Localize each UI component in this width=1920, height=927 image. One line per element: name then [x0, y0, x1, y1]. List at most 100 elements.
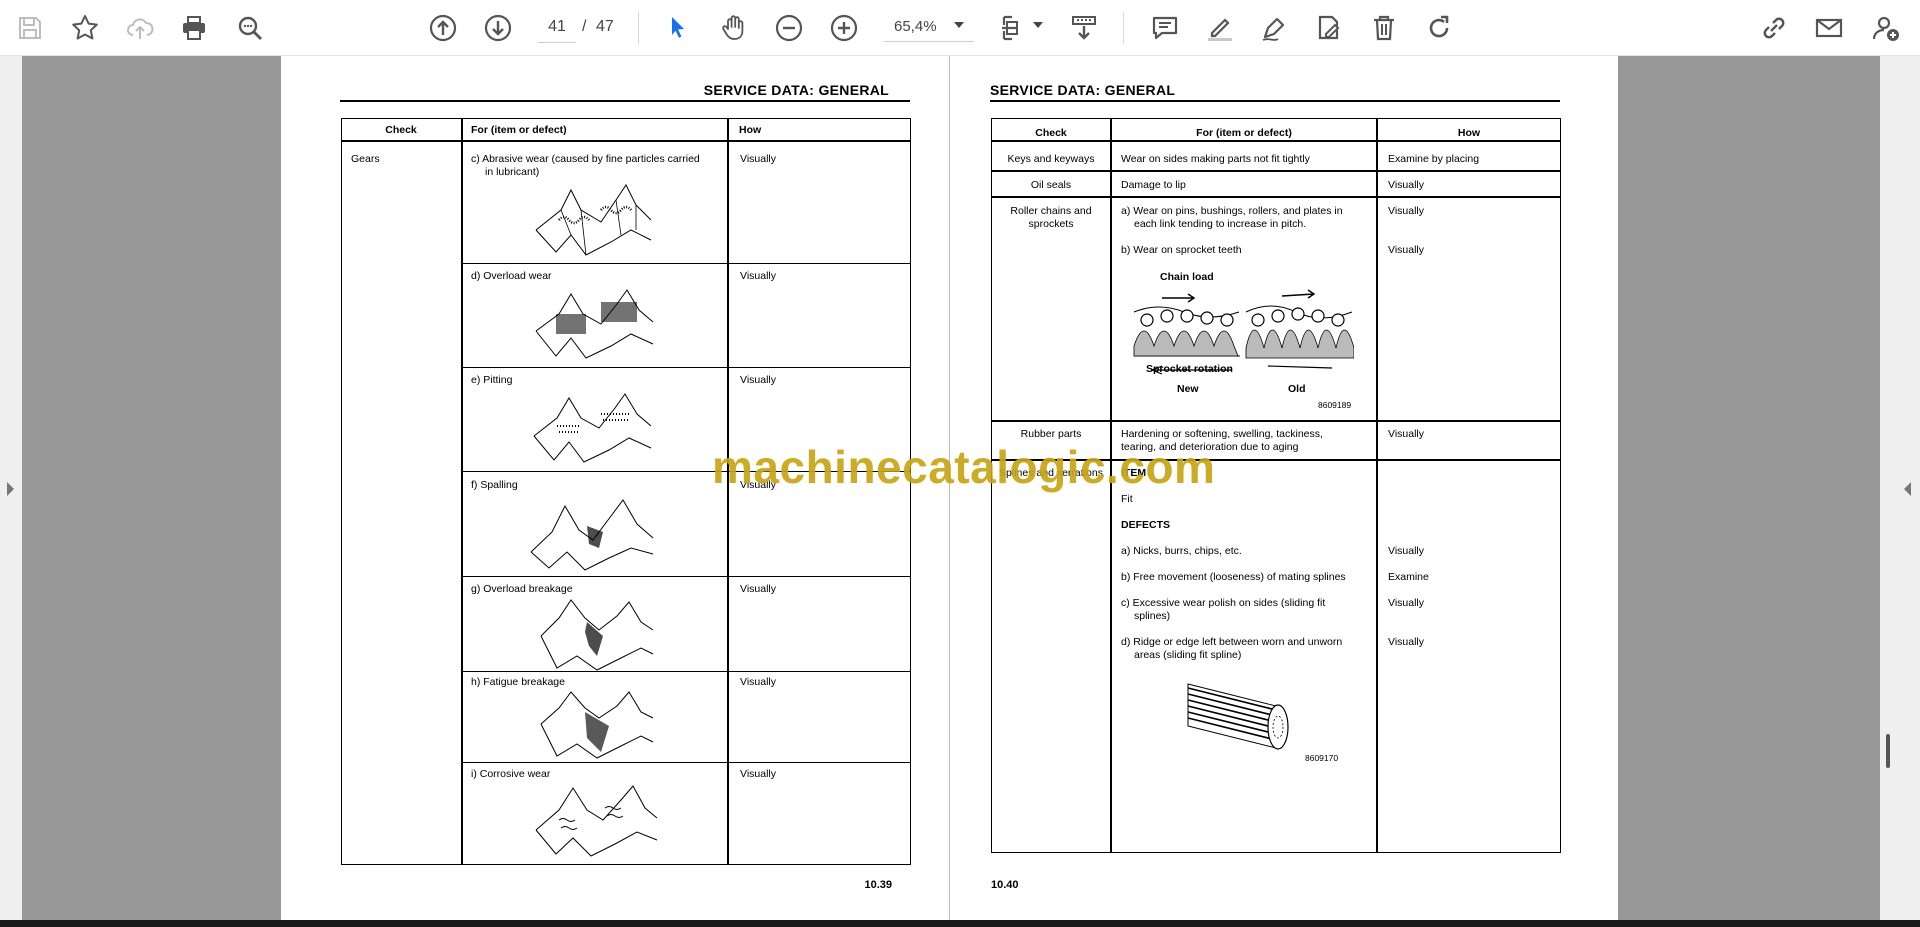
zoom-out-button[interactable]	[771, 10, 807, 46]
comment-icon	[1152, 16, 1178, 40]
window-bottom-edge	[0, 920, 1920, 927]
figure-label-new: New	[1177, 383, 1199, 395]
label-defects: DEFECTS	[1121, 519, 1171, 531]
column-header-item: For (item or defect)	[1196, 127, 1292, 139]
page-header: SERVICE DATA: GENERAL	[703, 82, 889, 98]
figure-label-sprocket-rotation: Sprocket rotation	[1146, 363, 1233, 375]
cursor-arrow-icon	[672, 17, 684, 38]
right-panel-toggle[interactable]	[1880, 56, 1920, 920]
figure-label-old: Old	[1288, 383, 1306, 395]
arrow-up-circle-icon	[429, 14, 457, 42]
how-pitting: Visually	[740, 374, 776, 386]
column-header-how: How	[739, 124, 762, 136]
find-button[interactable]	[232, 10, 268, 46]
save-button[interactable]	[12, 10, 48, 46]
previous-page-button[interactable]	[425, 10, 461, 46]
trash-icon	[1374, 15, 1394, 41]
star-icon	[72, 15, 98, 40]
how-ridge: Visually	[1388, 636, 1424, 648]
email-button[interactable]	[1811, 10, 1847, 46]
arrow-down-circle-icon	[484, 14, 512, 42]
check-roller-chains-cont: sprockets	[1028, 218, 1074, 230]
draw-button[interactable]	[1256, 10, 1292, 46]
gear-tooth-figure-fatigue-breakage	[537, 688, 657, 760]
expand-right-panel-icon[interactable]	[1904, 482, 1911, 496]
share-link-button[interactable]	[1756, 10, 1792, 46]
chevron-down-icon[interactable]	[954, 22, 964, 28]
item-roller-b: b) Wear on sprocket teeth	[1121, 244, 1242, 256]
page-number: 10.40	[991, 879, 1019, 891]
comment-button[interactable]	[1147, 10, 1183, 46]
defect-wear-polish: c) Excessive wear polish on sides (slidi…	[1121, 597, 1326, 609]
vertical-scrollbar-thumb[interactable]	[1886, 734, 1890, 768]
scroll-mode-button[interactable]	[1066, 10, 1102, 46]
hand-tool-button[interactable]	[716, 10, 752, 46]
defect-ridge-cont: areas (sliding fit spline)	[1134, 649, 1242, 661]
how-nicks: Visually	[1388, 545, 1424, 557]
hand-icon	[722, 15, 744, 40]
print-button[interactable]	[176, 10, 212, 46]
fill-sign-button[interactable]	[1311, 10, 1347, 46]
item-pitting: e) Pitting	[471, 374, 513, 386]
magnifier-icon	[238, 16, 262, 40]
how-free-movement: Examine	[1388, 571, 1429, 583]
item-roller-a: a) Wear on pins, bushings, rollers, and …	[1121, 205, 1343, 217]
item-abrasive-wear-cont: in lubricant)	[485, 166, 540, 178]
next-page-button[interactable]	[480, 10, 516, 46]
how-roller-a: Visually	[1388, 205, 1424, 217]
bookmark-button[interactable]	[67, 10, 103, 46]
highlight-button[interactable]	[1202, 10, 1238, 46]
cloud-upload-icon	[127, 18, 154, 39]
column-header-how: How	[1457, 127, 1481, 139]
link-icon	[1763, 17, 1785, 39]
how-abrasive-wear: Visually	[740, 153, 776, 165]
page-fit-button[interactable]	[995, 10, 1031, 46]
how-wear-polish: Visually	[1388, 597, 1424, 609]
how-roller-b: Visually	[1388, 244, 1424, 256]
check-gears: Gears	[351, 153, 380, 165]
how-oil-seals: Visually	[1388, 179, 1424, 191]
chevron-down-icon[interactable]	[1033, 22, 1043, 28]
item-oil-seals: Damage to lip	[1121, 179, 1186, 191]
upload-cloud-button[interactable]	[122, 10, 158, 46]
gear-tooth-figure-corrosive-wear	[531, 780, 661, 860]
select-tool-button[interactable]	[660, 10, 696, 46]
add-user-button[interactable]	[1868, 10, 1904, 46]
check-keys: Keys and keyways	[1007, 153, 1095, 165]
column-header-check: Check	[1035, 127, 1067, 139]
spline-shaft-figure	[1180, 676, 1300, 756]
page-fit-icon	[1002, 15, 1018, 41]
item-overload-wear: d) Overload wear	[471, 270, 552, 282]
column-header-item: For (item or defect)	[471, 124, 567, 136]
defect-wear-polish-cont: splines)	[1134, 610, 1171, 622]
item-fit: Fit	[1121, 493, 1133, 505]
save-icon	[19, 17, 41, 39]
expand-left-panel-icon[interactable]	[7, 482, 14, 496]
header-rule	[340, 100, 910, 102]
gear-tooth-figure-spalling	[527, 492, 657, 572]
page-separator: /	[582, 18, 587, 35]
watermark: machinecatalogic.com	[712, 441, 1216, 493]
page-number: 10.39	[864, 879, 892, 891]
page-total: 47	[596, 18, 614, 35]
defect-nicks: a) Nicks, burrs, chips, etc.	[1121, 545, 1242, 557]
item-roller-a-cont: each link tending to increase in pitch.	[1134, 218, 1307, 230]
check-roller-chains: Roller chains and	[1010, 205, 1092, 217]
pen-nib-icon	[1262, 17, 1285, 41]
zoom-in-button[interactable]	[826, 10, 862, 46]
minus-circle-icon	[775, 14, 803, 42]
gear-tooth-figure-overload-breakage	[537, 596, 657, 672]
column-header-check: Check	[385, 124, 417, 136]
delete-button[interactable]	[1366, 10, 1402, 46]
toolbar-separator	[638, 12, 639, 44]
page-number-input[interactable]: 41	[538, 12, 576, 43]
edit-document-icon	[1318, 15, 1340, 40]
plus-circle-icon	[830, 14, 858, 42]
rotate-button[interactable]	[1421, 10, 1457, 46]
pencil-icon	[1208, 18, 1232, 41]
printer-icon	[183, 16, 205, 40]
header-rule	[990, 100, 1560, 102]
toolbar-separator	[1123, 12, 1124, 44]
how-overload-breakage: Visually	[740, 583, 776, 595]
gear-tooth-figure-pitting	[529, 388, 659, 468]
